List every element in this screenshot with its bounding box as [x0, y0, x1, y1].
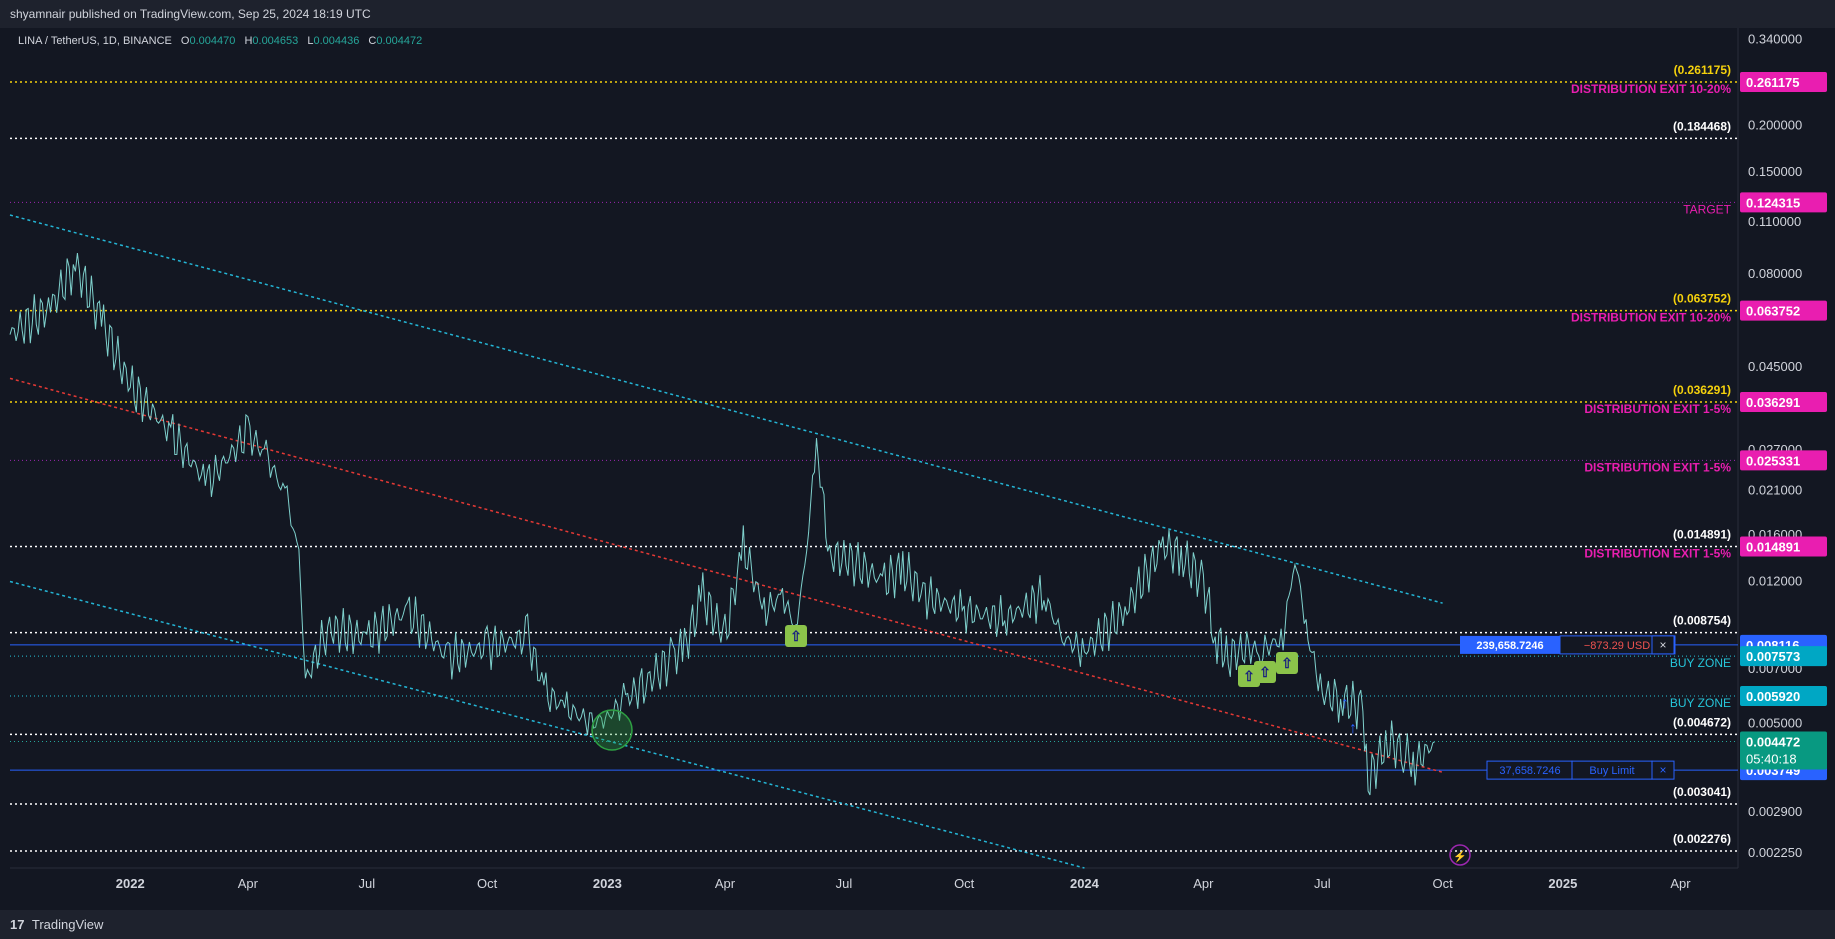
y-tick-label: 0.021000 [1748, 483, 1802, 498]
tradingview-brand: TradingView [31, 917, 104, 932]
current-price-label: 0.004472 [1746, 735, 1800, 750]
bottom-marker-circle [591, 709, 633, 751]
level-value-label: (0.008754) [1673, 614, 1731, 628]
level-value-label: (0.063752) [1673, 292, 1731, 306]
channel-upper-line[interactable] [9, 214, 1443, 604]
buy-signal-arrow: ⇧ [1281, 655, 1293, 671]
close-icon: × [1659, 638, 1666, 652]
price-axis-badge-label: 0.007573 [1746, 649, 1800, 664]
price-series-line[interactable] [9, 252, 1436, 796]
x-tick-label: 2022 [116, 876, 145, 891]
position-qty: 239,658.7246 [1476, 640, 1543, 652]
footer-bar: 17 TradingView [0, 910, 1835, 939]
buy-signal-arrow: ⇧ [1243, 668, 1255, 684]
price-axis-badge-label: 0.036291 [1746, 395, 1800, 410]
y-tick-label: 0.150000 [1748, 164, 1802, 179]
x-tick-label: Oct [477, 876, 498, 891]
level-text-label: DISTRIBUTION EXIT 10-20% [1571, 82, 1731, 96]
y-tick-label: 0.045000 [1748, 359, 1802, 374]
x-tick-label: Apr [715, 876, 736, 891]
buy-arrow-icon: ↑ [1341, 695, 1349, 712]
countdown-label: 05:40:18 [1746, 752, 1797, 767]
x-tick-label: 2024 [1070, 876, 1100, 891]
level-value-label: (0.014891) [1673, 527, 1731, 541]
level-text-label: TARGET [1683, 202, 1731, 216]
level-text-label: DISTRIBUTION EXIT 1-5% [1584, 546, 1731, 560]
x-tick-label: Apr [1670, 876, 1691, 891]
x-tick-label: 2023 [593, 876, 622, 891]
price-axis-badge-label: 0.005920 [1746, 689, 1800, 704]
y-tick-label: 0.005000 [1748, 715, 1802, 730]
level-value-label: (0.036291) [1673, 383, 1731, 397]
price-axis-badge-label: 0.124315 [1746, 195, 1800, 210]
level-text-label: BUY ZONE [1670, 696, 1731, 710]
channel-lower-line[interactable] [9, 580, 1085, 869]
y-tick-label: 0.340000 [1748, 31, 1802, 46]
level-text-label: BUY ZONE [1670, 656, 1731, 670]
level-text-label: DISTRIBUTION EXIT 1-5% [1584, 402, 1731, 416]
chart-canvas[interactable]: 0.340000 0.200000 0.150000 0.110000 0.080000… [0, 0, 1835, 939]
price-axis-badge-label: 0.261175 [1746, 75, 1800, 90]
level-value-label: (0.184468) [1673, 119, 1731, 133]
level-text-label: DISTRIBUTION EXIT 1-5% [1584, 460, 1731, 474]
price-axis-badge-label: 0.025331 [1746, 453, 1800, 468]
x-tick-label: Apr [1193, 876, 1214, 891]
price-axis-badge-label: 0.014891 [1746, 539, 1800, 554]
y-tick-label: 0.110000 [1748, 214, 1801, 229]
buy-signal-arrow: ⇧ [1259, 664, 1271, 680]
x-tick-label: Jul [359, 876, 376, 891]
x-tick-label: 2025 [1548, 876, 1577, 891]
price-axis-badge-label: 0.063752 [1746, 304, 1800, 319]
y-tick-label: 0.080000 [1748, 266, 1802, 281]
level-value-label: (0.004672) [1673, 715, 1731, 729]
tradingview-logo-icon: 17 [10, 917, 25, 932]
order-type: Buy Limit [1589, 765, 1634, 777]
channel-middle-line[interactable] [9, 377, 1443, 773]
order-qty: 37,658.7246 [1499, 765, 1560, 777]
position-pnl: −873.29 USD [1584, 640, 1650, 652]
level-value-label: (0.003041) [1673, 785, 1731, 799]
level-value-label: (0.261175) [1674, 63, 1731, 77]
level-value-label: (0.002276) [1673, 832, 1731, 846]
x-tick-label: Oct [954, 876, 975, 891]
x-tick-label: Oct [1432, 876, 1453, 891]
level-text-label: DISTRIBUTION EXIT 10-20% [1571, 311, 1731, 325]
x-tick-label: Apr [238, 876, 259, 891]
y-tick-label: 0.012000 [1748, 573, 1802, 588]
x-tick-label: Jul [1314, 876, 1331, 891]
y-tick-label: 0.002250 [1748, 845, 1802, 860]
lightning-glyph: ⚡ [1453, 850, 1467, 863]
close-icon: × [1659, 763, 1666, 777]
x-tick-label: Jul [836, 876, 853, 891]
y-tick-label: 0.002900 [1748, 804, 1802, 819]
buy-signal-arrow: ⇧ [790, 628, 802, 644]
buy-arrow-icon: ↑ [1349, 720, 1357, 737]
y-tick-label: 0.200000 [1748, 117, 1802, 132]
